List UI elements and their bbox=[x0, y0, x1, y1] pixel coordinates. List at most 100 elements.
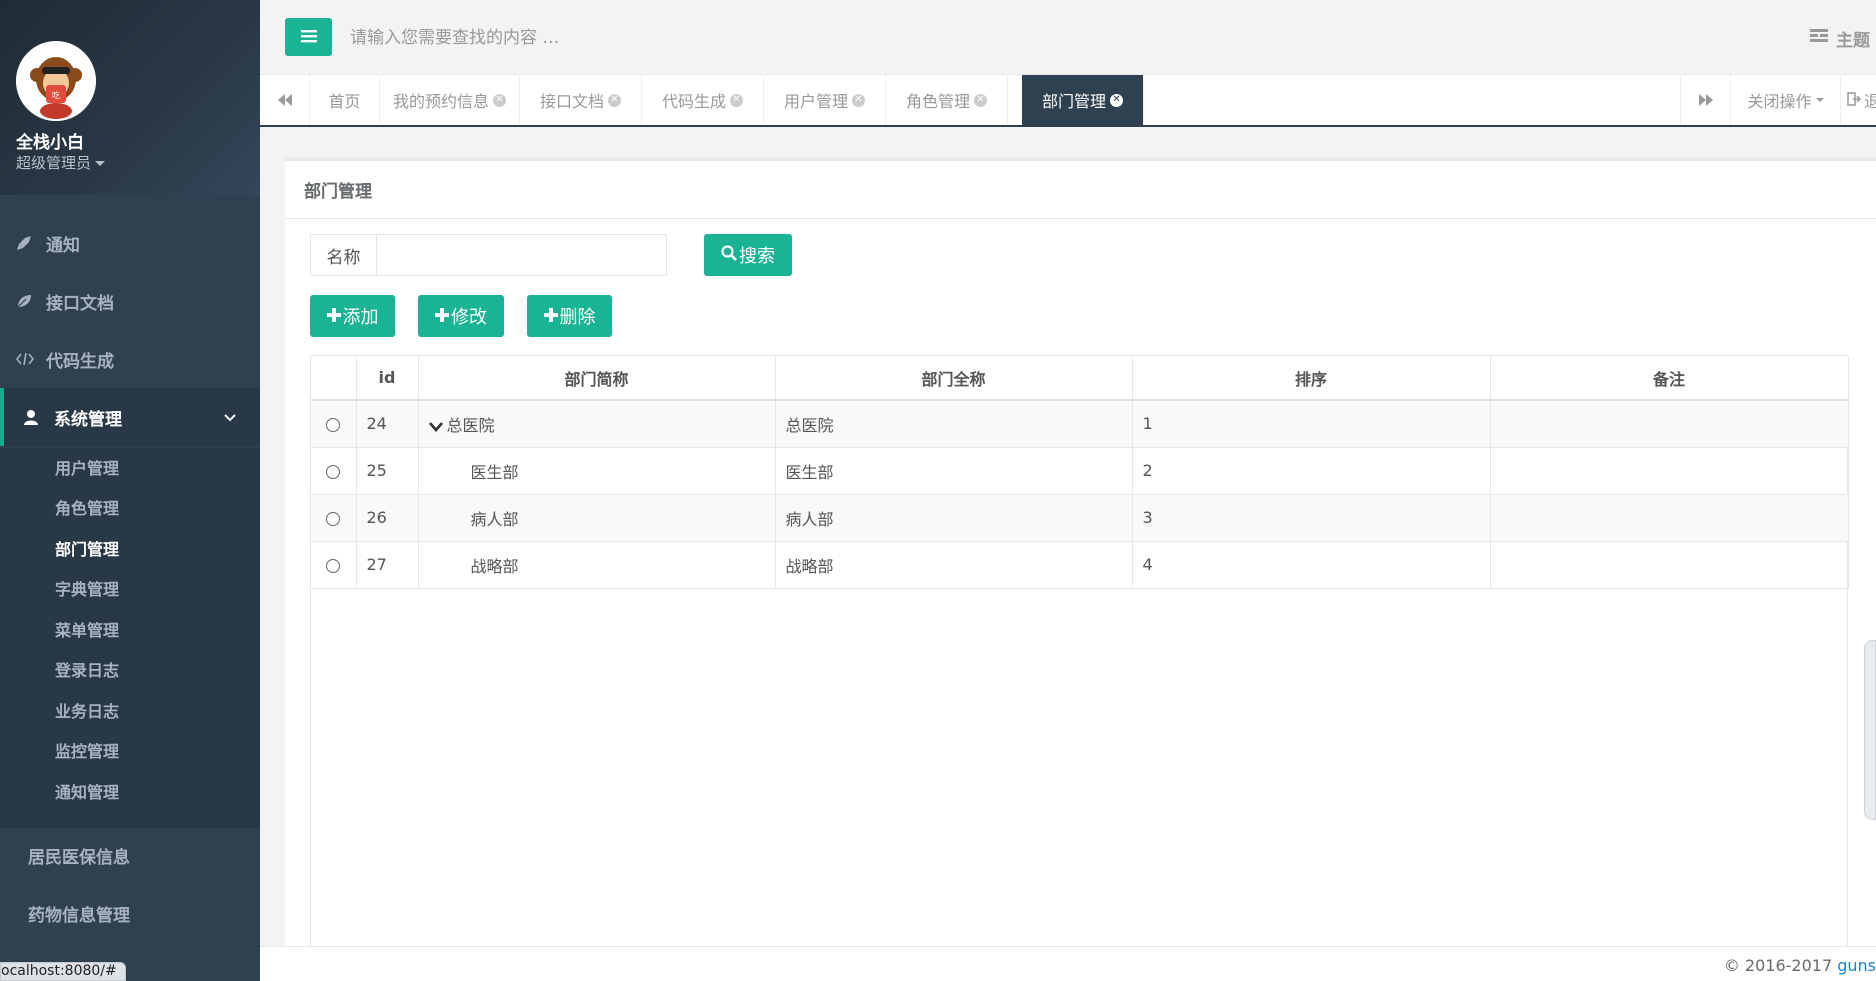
submenu-item-login-log[interactable]: 登录日志 bbox=[55, 657, 119, 681]
select-column-header bbox=[311, 356, 357, 401]
cell-short-name: 病人部 bbox=[418, 494, 776, 542]
column-header-order[interactable]: 排序 bbox=[1132, 356, 1491, 401]
global-search-input[interactable] bbox=[350, 22, 850, 54]
submenu-item-users[interactable]: 用户管理 bbox=[55, 455, 119, 479]
table-header-row: id 部门简称 部门全称 排序 备注 bbox=[311, 356, 1849, 401]
cell-short-name: 战略部 bbox=[418, 541, 776, 589]
submenu-item-menus[interactable]: 菜单管理 bbox=[55, 617, 119, 641]
table-row[interactable]: 25 医生部 医生部 2 bbox=[311, 447, 1849, 495]
guns-link[interactable]: guns bbox=[1837, 956, 1876, 975]
submenu-item-dictionary[interactable]: 字典管理 bbox=[55, 576, 119, 600]
sign-out-icon bbox=[1847, 91, 1862, 110]
close-icon[interactable]: ✕ bbox=[608, 93, 621, 107]
close-icon[interactable]: ✕ bbox=[730, 93, 743, 107]
user-icon bbox=[24, 409, 48, 425]
copyright-text: © 2016-2017 bbox=[1723, 956, 1838, 975]
monkey-avatar-icon[interactable]: 吃 bbox=[16, 41, 96, 121]
status-url-tooltip: ocalhost:8080/# bbox=[0, 962, 126, 981]
tab-api-docs[interactable]: 接口文档 ✕ bbox=[520, 75, 642, 125]
cell-short-name: 总医院 bbox=[418, 400, 776, 448]
column-header-full-name[interactable]: 部门全称 bbox=[775, 356, 1133, 401]
nav-item-notice[interactable]: 通知 bbox=[0, 214, 260, 272]
column-header-short-name[interactable]: 部门简称 bbox=[418, 356, 776, 401]
tab-departments[interactable]: 部门管理 ✕ bbox=[1022, 75, 1144, 125]
nav-item-codegen[interactable]: 代码生成 bbox=[0, 330, 260, 388]
backward-icon bbox=[277, 91, 293, 110]
name-filter: 名称 bbox=[310, 234, 667, 276]
close-icon[interactable]: ✕ bbox=[852, 93, 865, 107]
cell-note bbox=[1490, 400, 1849, 448]
submenu-item-notices[interactable]: 通知管理 bbox=[55, 779, 119, 803]
row-radio[interactable] bbox=[326, 511, 341, 526]
submenu-item-departments[interactable]: 部门管理 bbox=[55, 536, 119, 560]
cell-order: 1 bbox=[1132, 400, 1491, 448]
tab-home[interactable]: 首页 bbox=[310, 75, 380, 125]
side-scroll-handle[interactable] bbox=[1864, 640, 1876, 820]
row-radio[interactable] bbox=[326, 417, 341, 432]
cell-note bbox=[1490, 494, 1849, 542]
tab-my-appointments[interactable]: 我的预约信息 ✕ bbox=[380, 75, 520, 125]
submenu-item-roles[interactable]: 角色管理 bbox=[55, 495, 119, 519]
nav-item-insurance[interactable]: 居民医保信息 bbox=[0, 826, 260, 884]
page-tabs: 首页 我的预约信息 ✕ 接口文档 ✕ 代码生成 ✕ 用户管理 ✕ 角色管理 ✕ 部门管理 ✕… bbox=[260, 75, 1876, 127]
tab-users[interactable]: 用户管理 ✕ bbox=[764, 75, 886, 125]
delete-button-label: 删除 bbox=[559, 307, 596, 328]
tab-label: 用户管理 bbox=[783, 92, 848, 111]
submenu-item-business-log[interactable]: 业务日志 bbox=[55, 698, 119, 722]
search-button[interactable]: 搜索 bbox=[704, 234, 792, 276]
theme-label: 主题 bbox=[1836, 31, 1870, 51]
cell-order: 3 bbox=[1132, 494, 1491, 542]
sidebar-toggle-button[interactable] bbox=[285, 18, 332, 56]
column-header-note[interactable]: 备注 bbox=[1490, 356, 1849, 401]
add-button[interactable]: 添加 bbox=[310, 295, 395, 337]
row-radio[interactable] bbox=[326, 464, 341, 479]
tab-label: 首页 bbox=[328, 92, 361, 111]
close-icon[interactable]: ✕ bbox=[493, 93, 506, 107]
logout-button[interactable]: 退 bbox=[1840, 75, 1876, 125]
plus-icon bbox=[326, 306, 341, 327]
name-filter-input[interactable] bbox=[377, 234, 667, 276]
copyright: © 2016-2017 guns bbox=[1724, 956, 1876, 975]
nav-label: 系统管理 bbox=[54, 409, 122, 430]
nav-item-system[interactable]: 系统管理 bbox=[0, 388, 260, 446]
cell-short-name: 医生部 bbox=[418, 447, 776, 495]
cell-full-name: 总医院 bbox=[775, 400, 1133, 448]
tab-roles[interactable]: 角色管理 ✕ bbox=[886, 75, 1008, 125]
cell-order: 4 bbox=[1132, 541, 1491, 589]
profile-panel: 吃 全栈小白 超级管理员 bbox=[0, 0, 260, 195]
profile-role-dropdown[interactable]: 超级管理员 bbox=[16, 152, 106, 173]
nav-item-api-docs[interactable]: 接口文档 bbox=[0, 272, 260, 330]
rocket-icon bbox=[16, 235, 40, 251]
row-radio[interactable] bbox=[326, 558, 341, 573]
tabs-scroll-left-button[interactable] bbox=[260, 75, 310, 125]
bars-icon bbox=[300, 28, 317, 47]
submenu-item-monitor[interactable]: 监控管理 bbox=[55, 738, 119, 762]
delete-button[interactable]: 删除 bbox=[527, 295, 612, 337]
chevron-down-icon[interactable] bbox=[428, 417, 443, 436]
tabs-scroll-right-button[interactable] bbox=[1680, 75, 1730, 125]
caret-down-icon bbox=[1815, 98, 1824, 102]
cell-note bbox=[1490, 541, 1849, 589]
theme-button[interactable]: 主题 bbox=[1810, 26, 1870, 51]
column-header-id[interactable]: id bbox=[356, 356, 419, 401]
edit-button[interactable]: 修改 bbox=[418, 295, 504, 337]
tab-label: 我的预约信息 bbox=[392, 92, 489, 111]
nav-item-drugs[interactable]: 药物信息管理 bbox=[0, 884, 260, 942]
close-operations-dropdown[interactable]: 关闭操作 bbox=[1730, 75, 1840, 125]
add-button-label: 添加 bbox=[342, 307, 379, 328]
table-row[interactable]: 26 病人部 病人部 3 bbox=[311, 494, 1849, 542]
close-icon[interactable]: ✕ bbox=[1110, 93, 1123, 107]
table-row[interactable]: 27 战略部 战略部 4 bbox=[311, 541, 1849, 589]
code-icon bbox=[16, 352, 40, 366]
cell-short-name-text: 总医院 bbox=[446, 415, 495, 435]
nav-label: 通知 bbox=[46, 235, 80, 256]
tab-codegen[interactable]: 代码生成 ✕ bbox=[642, 75, 764, 125]
profile-name: 全栈小白 bbox=[16, 133, 84, 153]
close-icon[interactable]: ✕ bbox=[974, 93, 987, 107]
table-row[interactable]: 24 总医院 总医院 1 bbox=[311, 400, 1849, 448]
cell-full-name: 医生部 bbox=[775, 447, 1133, 495]
cell-id: 25 bbox=[356, 447, 419, 495]
theme-icon bbox=[1810, 28, 1828, 49]
cell-full-name: 战略部 bbox=[775, 541, 1133, 589]
footer bbox=[260, 946, 1876, 981]
